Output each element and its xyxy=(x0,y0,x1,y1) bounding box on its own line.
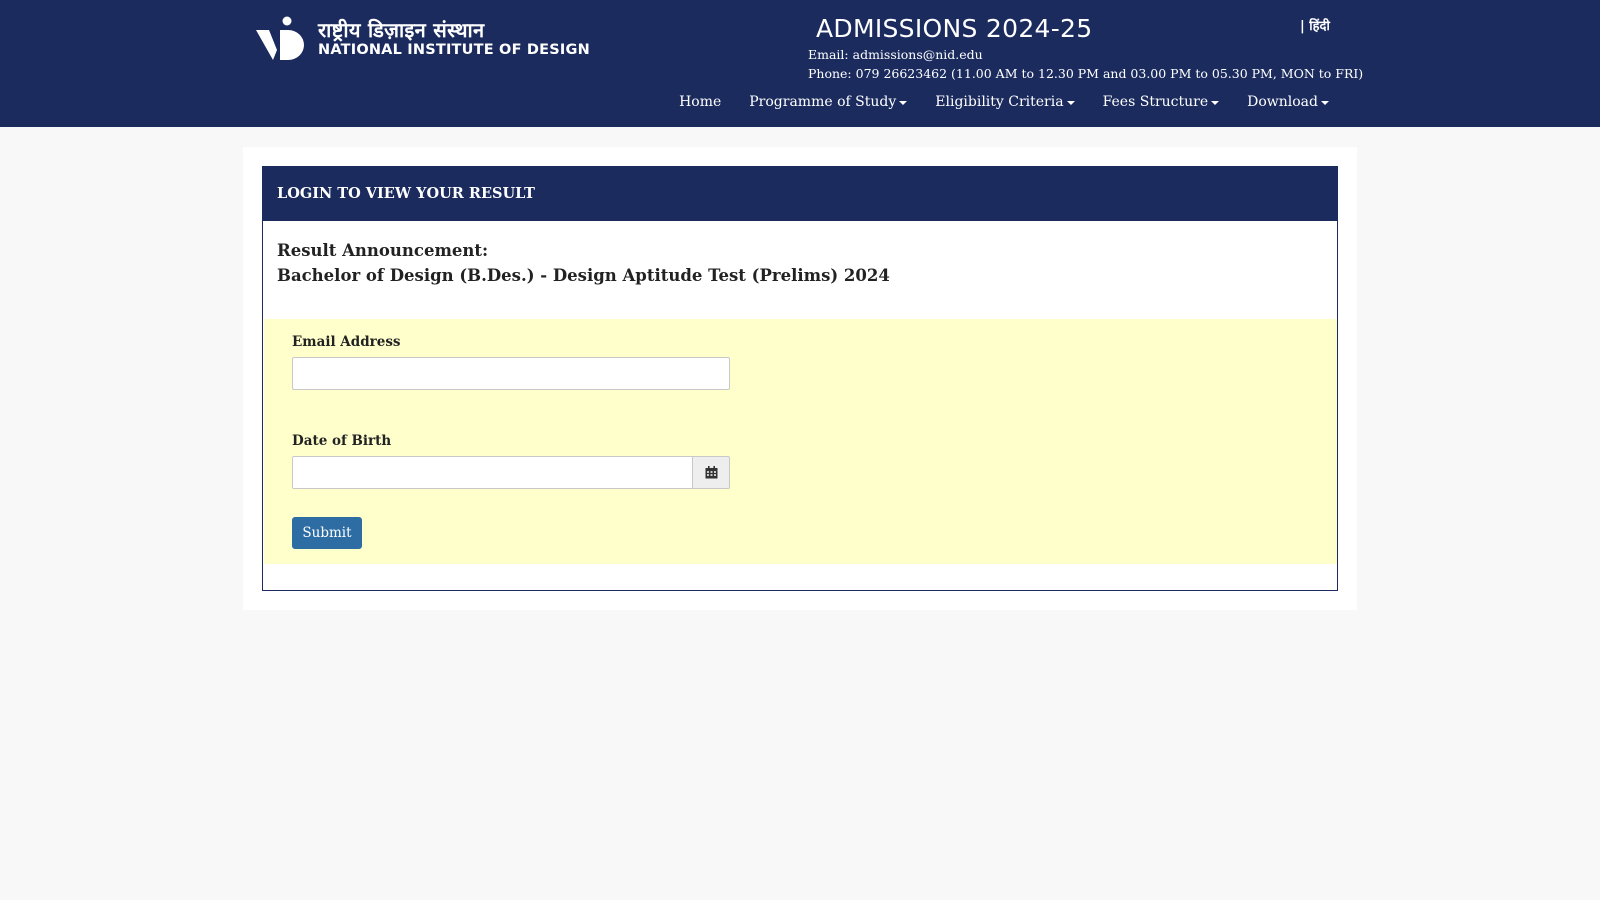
nav-label: Home xyxy=(679,94,722,110)
dob-label: Date of Birth xyxy=(292,433,392,449)
nav-fees-structure[interactable]: Fees Structure xyxy=(1103,94,1220,110)
result-announcement: Result Announcement: Bachelor of Design … xyxy=(263,221,1337,288)
nav-label: Eligibility Criteria xyxy=(935,94,1064,110)
contact-phone: Phone: 079 26623462 (11.00 AM to 12.30 P… xyxy=(808,66,1364,81)
login-form: Email Address Date of Birth Submit xyxy=(264,319,1337,564)
admissions-title: ADMISSIONS 2024-25 xyxy=(816,14,1093,43)
caret-down-icon xyxy=(1321,101,1329,105)
nav-eligibility-criteria[interactable]: Eligibility Criteria xyxy=(935,94,1075,110)
language-toggle-hindi[interactable]: | हिंदी xyxy=(1300,16,1330,34)
caret-down-icon xyxy=(1066,101,1075,105)
email-field[interactable] xyxy=(292,357,730,390)
dob-field[interactable] xyxy=(292,456,693,489)
nav-label: Fees Structure xyxy=(1102,94,1209,110)
nid-logo[interactable]: राष्ट्रीय डिज़ाइन संस्थान NATIONAL INSTI… xyxy=(256,16,590,62)
caret-down-icon xyxy=(1211,101,1220,105)
calendar-button[interactable] xyxy=(692,456,730,489)
login-card-header: LOGIN TO VIEW YOUR RESULT xyxy=(263,167,1337,221)
site-header: राष्ट्रीय डिज़ाइन संस्थान NATIONAL INSTI… xyxy=(0,0,1600,127)
nav-programme-of-study[interactable]: Programme of Study xyxy=(749,94,908,110)
nav-download[interactable]: Download xyxy=(1247,94,1329,110)
nid-logo-icon xyxy=(256,16,304,60)
caret-down-icon xyxy=(899,101,908,105)
nav-label: Download xyxy=(1247,94,1318,110)
announcement-title: Result Announcement: xyxy=(277,241,489,260)
calendar-icon xyxy=(705,466,717,479)
announcement-programme: Bachelor of Design (B.Des.) - Design Apt… xyxy=(277,266,890,285)
content-container: LOGIN TO VIEW YOUR RESULT Result Announc… xyxy=(243,147,1357,610)
logo-hindi-text: राष्ट्रीय डिज़ाइन संस्थान xyxy=(318,18,485,42)
contact-email: Email: admissions@nid.edu xyxy=(808,47,983,62)
logo-english-text: NATIONAL INSTITUTE OF DESIGN xyxy=(318,42,590,58)
login-card: LOGIN TO VIEW YOUR RESULT Result Announc… xyxy=(262,166,1338,591)
nav-home[interactable]: Home xyxy=(679,94,721,110)
nav-label: Programme of Study xyxy=(749,94,897,110)
submit-button[interactable]: Submit xyxy=(292,517,362,549)
email-label: Email Address xyxy=(292,334,401,350)
main-nav: Home Programme of Study Eligibility Crit… xyxy=(651,94,1329,110)
